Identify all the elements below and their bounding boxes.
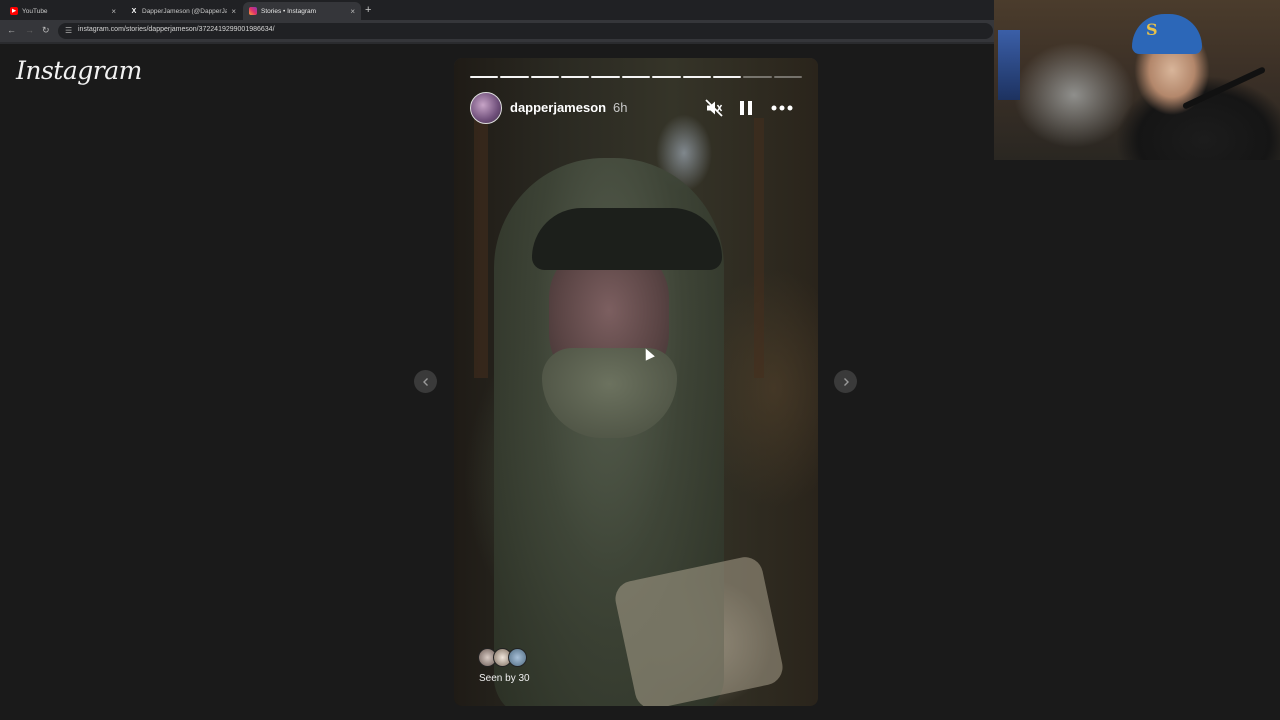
tree-trunk: [754, 118, 764, 378]
address-bar[interactable]: ☰ instagram.com/stories/dapperjameson/37…: [58, 23, 993, 39]
close-tab-icon[interactable]: ×: [231, 7, 236, 16]
monitor-in-background: [998, 30, 1020, 100]
tree-trunk: [474, 118, 488, 378]
cap-logo: S: [1146, 20, 1158, 39]
progress-segment: [652, 76, 681, 78]
youtube-icon: ▶: [10, 7, 18, 15]
progress-segment: [500, 76, 529, 78]
tab-instagram-stories[interactable]: Stories • Instagram ×: [243, 2, 361, 20]
new-tab-button[interactable]: +: [365, 4, 371, 16]
streamer-cap: [1132, 14, 1202, 54]
more-dots-icon: [771, 105, 793, 111]
story-viewer[interactable]: dapperjameson 6h Seen by 30: [454, 58, 818, 706]
pause-button[interactable]: [734, 96, 758, 120]
chevron-left-icon: [422, 377, 428, 386]
unmute-button[interactable]: [702, 96, 726, 120]
progress-segment: [561, 76, 590, 78]
progress-segment: [712, 76, 742, 78]
previous-story-button[interactable]: [414, 370, 437, 393]
viewer-avatars[interactable]: [478, 648, 538, 670]
story-media: [454, 58, 818, 706]
progress-segment: [773, 76, 802, 78]
reload-icon[interactable]: ↻: [42, 25, 50, 36]
progress-segment: [682, 76, 711, 78]
site-info-icon[interactable]: ☰: [65, 26, 72, 35]
close-tab-icon[interactable]: ×: [350, 7, 355, 16]
progress-segment: [621, 76, 651, 78]
back-arrow-icon[interactable]: ←: [7, 25, 16, 35]
speaker-muted-icon: [705, 99, 723, 117]
progress-segment: [743, 76, 772, 78]
story-timestamp: 6h: [613, 100, 628, 115]
tab-title: Stories • Instagram: [261, 7, 317, 15]
forward-arrow-icon[interactable]: →: [25, 25, 34, 35]
microphone-arm: [1181, 66, 1267, 110]
avatar[interactable]: [470, 92, 502, 124]
pause-icon: [740, 101, 752, 115]
instagram-logo[interactable]: Instagram: [16, 56, 142, 85]
tab-youtube[interactable]: ▶ YouTube ×: [4, 2, 122, 20]
progress-segment: [470, 76, 499, 78]
url-text: instagram.com/stories/dapperjameson/3722…: [78, 26, 275, 33]
progress-segment: [591, 76, 620, 78]
tab-title: DapperJameson (@DapperJam: [142, 7, 228, 15]
viewer-avatar: [508, 648, 527, 667]
story-username[interactable]: dapperjameson: [510, 100, 606, 115]
instagram-icon: [249, 7, 257, 15]
tab-x-dapperjameson[interactable]: X DapperJameson (@DapperJam ×: [124, 2, 242, 20]
story-progress-bar: [470, 76, 802, 78]
close-tab-icon[interactable]: ×: [111, 7, 116, 16]
baseball-cap: [532, 208, 722, 270]
seen-by-count[interactable]: Seen by 30: [479, 673, 530, 684]
next-story-button[interactable]: [834, 370, 857, 393]
more-options-button[interactable]: [770, 96, 794, 120]
webcam-overlay: S: [994, 0, 1280, 160]
progress-segment: [530, 76, 560, 78]
chevron-right-icon: [843, 377, 849, 386]
tab-title: YouTube: [22, 7, 48, 15]
x-icon: X: [131, 7, 137, 15]
